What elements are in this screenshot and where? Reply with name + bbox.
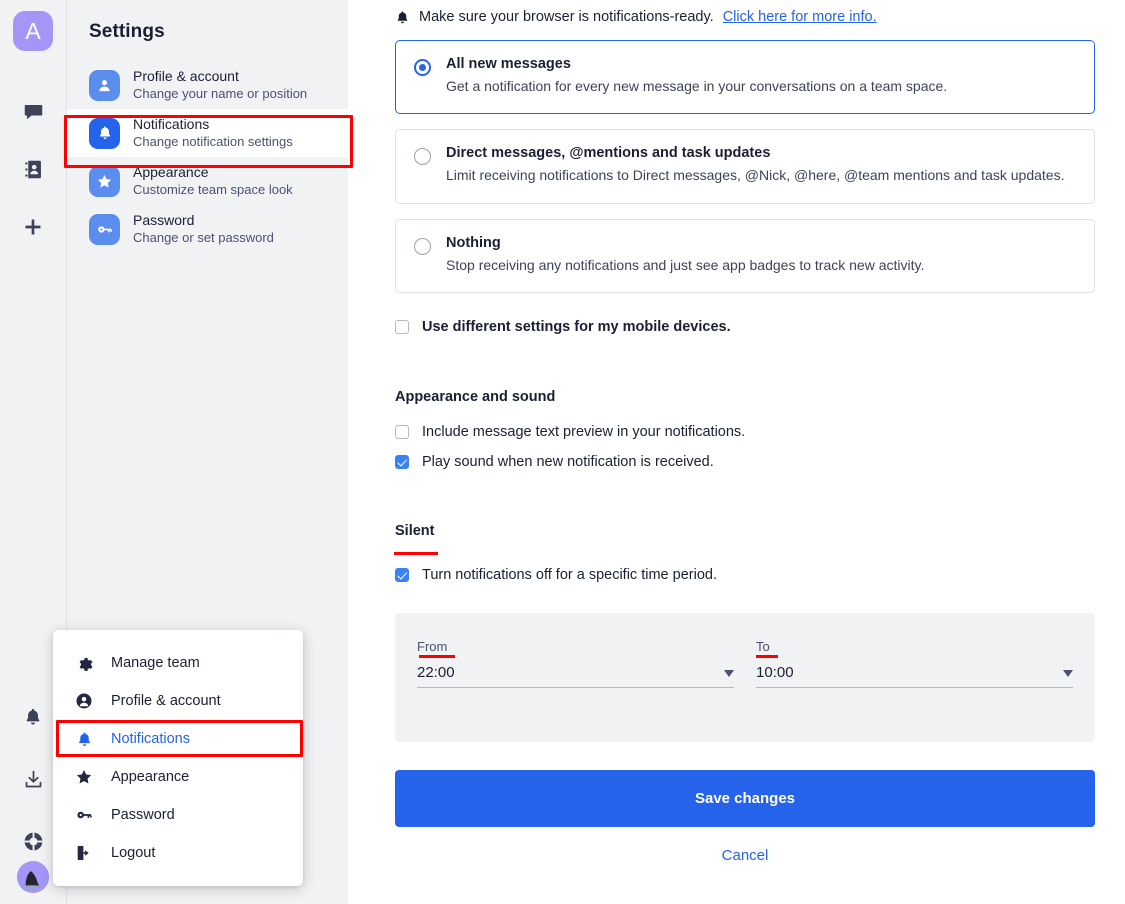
silent-heading: Silent [395,523,434,539]
app-window: A [0,0,1125,904]
radio-option-description: Stop receiving any notifications and jus… [446,255,924,275]
bell-icon [395,10,410,25]
save-changes-button[interactable]: Save changes [395,770,1095,827]
from-label: From [417,639,447,654]
menu-item-notifications[interactable]: Notifications [53,720,303,758]
appearance-options: Include message text preview in your not… [395,424,1095,470]
sidebar-item-subtitle: Change your name or position [133,86,307,102]
avatar[interactable] [17,861,49,893]
gear-icon [74,655,94,672]
radio-button[interactable] [414,238,431,255]
mobile-settings-checkbox-row[interactable]: Use different settings for my mobile dev… [395,319,1095,335]
sidebar-item-title: Profile & account [133,68,307,85]
person-icon [89,70,120,101]
sidebar-item-profile-account[interactable]: Profile & account Change your name or po… [67,61,348,109]
mobile-settings-label: Use different settings for my mobile dev… [422,319,731,335]
sidebar-item-appearance[interactable]: Appearance Customize team space look [67,157,348,205]
time-field-to[interactable]: To 10:00 [756,638,1073,742]
menu-item-password[interactable]: Password [53,796,303,834]
play-sound-checkbox-row[interactable]: Play sound when new notification is rece… [395,454,1095,470]
chat-icon[interactable] [13,91,53,131]
radio-option-all-new-messages[interactable]: All new messages Get a notification for … [395,40,1095,114]
key-icon [74,806,94,824]
menu-item-label: Logout [111,845,155,861]
sidebar-item-subtitle: Change or set password [133,230,274,246]
to-value: 10:00 [756,664,794,681]
star-icon [89,166,120,197]
radio-option-nothing[interactable]: Nothing Stop receiving any notifications… [395,219,1095,293]
play-sound-checkbox[interactable] [395,455,409,469]
logout-icon [74,844,94,862]
appearance-sound-heading: Appearance and sound [395,389,1095,405]
radio-option-title: Nothing [446,235,924,251]
sidebar-item-title: Password [133,212,274,229]
star-icon [74,768,94,786]
radio-option-direct-messages[interactable]: Direct messages, @mentions and task upda… [395,129,1095,203]
radio-option-description: Get a notification for every new message… [446,76,947,96]
notifications-settings-content: Make sure your browser is notifications-… [348,0,1125,904]
menu-item-label: Password [111,807,175,823]
lifebuoy-icon[interactable] [13,821,53,861]
chevron-down-icon[interactable] [1063,670,1073,677]
bell-icon [89,118,120,149]
mobile-settings-checkbox[interactable] [395,320,409,334]
silent-time-range: From 22:00 To 10:00 [395,613,1095,742]
annotation-underline-to [756,655,778,658]
sidebar-item-title: Notifications [133,116,293,133]
bell-icon [74,731,94,748]
from-value: 22:00 [417,664,455,681]
contacts-icon[interactable] [13,149,53,189]
banner-more-info-link[interactable]: Click here for more info. [723,9,877,25]
workspace-logo-letter: A [25,18,40,45]
time-field-from[interactable]: From 22:00 [417,638,734,742]
menu-item-label: Appearance [111,769,189,785]
sidebar-item-title: Appearance [133,164,293,181]
download-icon[interactable] [13,759,53,799]
message-preview-checkbox-row[interactable]: Include message text preview in your not… [395,424,1095,440]
radio-option-title: All new messages [446,56,947,72]
key-icon [89,214,120,245]
annotation-underline-from [419,655,455,658]
radio-button[interactable] [414,59,431,76]
sidebar-item-password[interactable]: Password Change or set password [67,205,348,253]
menu-item-appearance[interactable]: Appearance [53,758,303,796]
workspace-logo[interactable]: A [13,11,53,51]
silent-period-checkbox[interactable] [395,568,409,582]
sidebar-item-notifications[interactable]: Notifications Change notification settin… [67,109,348,157]
silent-period-checkbox-row[interactable]: Turn notifications off for a specific ti… [395,567,1095,583]
settings-nav-list: Profile & account Change your name or po… [67,61,348,253]
radio-button[interactable] [414,148,431,165]
menu-item-logout[interactable]: Logout [53,834,303,872]
cancel-button[interactable]: Cancel [395,847,1095,864]
menu-item-profile-account[interactable]: Profile & account [53,682,303,720]
play-sound-label: Play sound when new notification is rece… [422,454,714,470]
plus-icon[interactable] [13,207,53,247]
menu-item-manage-team[interactable]: Manage team [53,644,303,682]
sidebar-item-subtitle: Customize team space look [133,182,293,198]
menu-item-label: Profile & account [111,693,221,709]
page-title: Settings [67,0,348,43]
sidebar-item-subtitle: Change notification settings [133,134,293,150]
account-context-menu: Manage team Profile & account Notificati… [53,630,303,886]
message-preview-checkbox[interactable] [395,425,409,439]
banner-text: Make sure your browser is notifications-… [419,9,714,25]
person-icon [74,692,94,710]
menu-item-label: Notifications [111,731,190,747]
to-label: To [756,639,770,654]
menu-item-label: Manage team [111,655,200,671]
silent-period-label: Turn notifications off for a specific ti… [422,567,717,583]
message-preview-label: Include message text preview in your not… [422,424,745,440]
browser-notifications-banner: Make sure your browser is notifications-… [395,0,1095,25]
bell-icon[interactable] [13,697,53,737]
annotation-underline-silent [394,552,438,555]
radio-option-title: Direct messages, @mentions and task upda… [446,145,1064,161]
chevron-down-icon[interactable] [724,670,734,677]
radio-option-description: Limit receiving notifications to Direct … [446,165,1064,185]
